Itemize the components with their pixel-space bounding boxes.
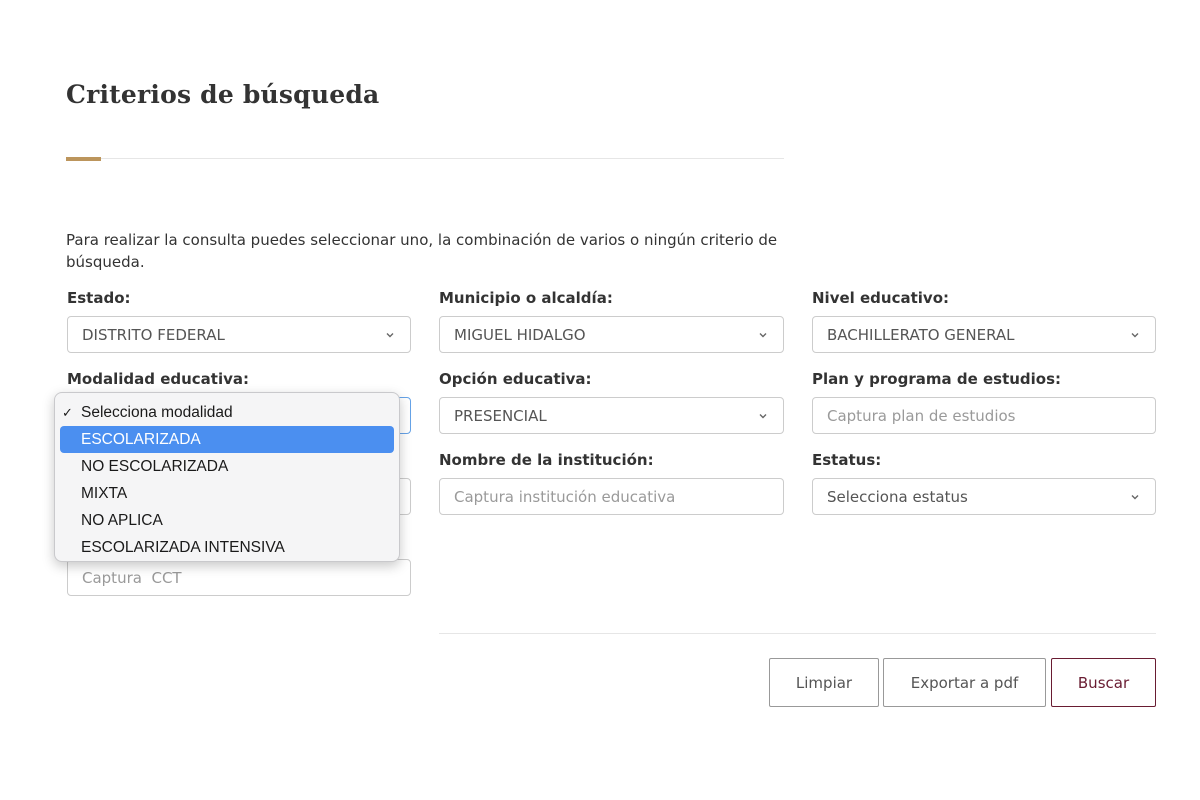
dropdown-option-label: ESCOLARIZADA	[81, 431, 201, 448]
limpiar-button[interactable]: Limpiar	[769, 658, 879, 707]
municipio-select[interactable]: MIGUEL HIDALGO	[439, 316, 784, 353]
dropdown-option-label: NO APLICA	[81, 512, 163, 529]
chevron-down-icon	[386, 332, 394, 337]
page-title: Criterios de búsqueda	[66, 80, 380, 109]
modalidad-label: Modalidad educativa:	[67, 370, 250, 388]
dropdown-option[interactable]: NO ESCOLARIZADA	[60, 453, 394, 480]
opcion-select-value: PRESENCIAL	[454, 406, 547, 425]
cct-input-placeholder: Captura CCT	[82, 568, 182, 587]
plan-label: Plan y programa de estudios:	[812, 370, 1062, 388]
chevron-down-icon	[759, 332, 767, 337]
chevron-down-icon	[1131, 332, 1139, 337]
cct-input[interactable]: Captura CCT	[67, 559, 411, 596]
institucion-input[interactable]: Captura institución educativa	[439, 478, 784, 515]
nivel-select-value: BACHILLERATO GENERAL	[827, 325, 1015, 344]
title-divider	[66, 158, 784, 159]
municipio-label: Municipio o alcaldía:	[439, 289, 613, 307]
modalidad-dropdown-menu[interactable]: ✓ Selecciona modalidad ESCOLARIZADA NO E…	[54, 392, 400, 562]
estatus-label: Estatus:	[812, 451, 882, 469]
dropdown-option-highlighted[interactable]: ESCOLARIZADA	[60, 426, 394, 453]
chevron-down-icon	[1131, 494, 1139, 499]
institucion-label: Nombre de la institución:	[439, 451, 654, 469]
dropdown-option[interactable]: ESCOLARIZADA INTENSIVA	[60, 534, 394, 561]
dropdown-option-label: MIXTA	[81, 485, 128, 502]
estado-label: Estado:	[67, 289, 131, 307]
export-pdf-button[interactable]: Exportar a pdf	[883, 658, 1046, 707]
dropdown-option-label: ESCOLARIZADA INTENSIVA	[81, 539, 285, 556]
actions-divider	[439, 633, 1156, 634]
chevron-down-icon	[759, 413, 767, 418]
opcion-select[interactable]: PRESENCIAL	[439, 397, 784, 434]
estado-select[interactable]: DISTRITO FEDERAL	[67, 316, 411, 353]
opcion-label: Opción educativa:	[439, 370, 592, 388]
dropdown-option[interactable]: MIXTA	[60, 480, 394, 507]
plan-input-placeholder: Captura plan de estudios	[827, 406, 1016, 425]
estatus-select[interactable]: Selecciona estatus	[812, 478, 1156, 515]
intro-text: Para realizar la consulta puedes selecci…	[66, 231, 778, 271]
dropdown-option[interactable]: ✓ Selecciona modalidad	[60, 399, 394, 426]
title-accent-bar	[66, 157, 101, 161]
municipio-select-value: MIGUEL HIDALGO	[454, 325, 586, 344]
checkmark-icon: ✓	[62, 405, 73, 420]
dropdown-option-label: NO ESCOLARIZADA	[81, 458, 229, 475]
nivel-select[interactable]: BACHILLERATO GENERAL	[812, 316, 1156, 353]
estatus-select-value: Selecciona estatus	[827, 487, 968, 506]
estado-select-value: DISTRITO FEDERAL	[82, 325, 225, 344]
nivel-label: Nivel educativo:	[812, 289, 950, 307]
buscar-button[interactable]: Buscar	[1051, 658, 1156, 707]
plan-input[interactable]: Captura plan de estudios	[812, 397, 1156, 434]
institucion-input-placeholder: Captura institución educativa	[454, 487, 676, 506]
dropdown-option-label: Selecciona modalidad	[81, 404, 233, 421]
dropdown-option[interactable]: NO APLICA	[60, 507, 394, 534]
